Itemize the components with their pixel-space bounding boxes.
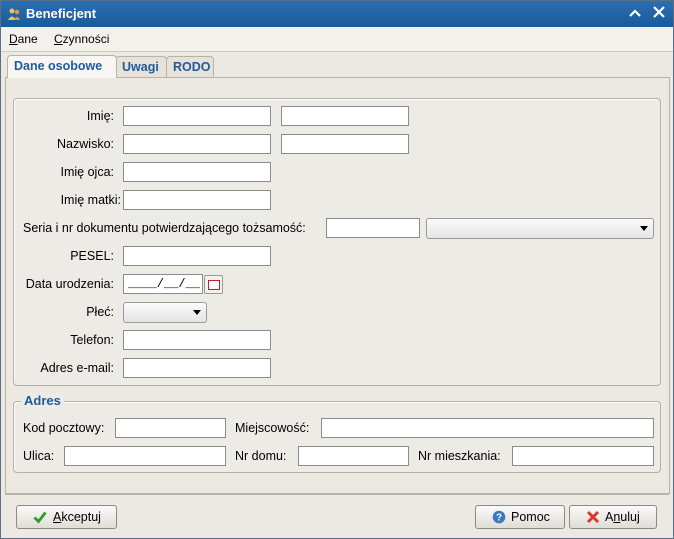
help-icon: ? (492, 510, 506, 524)
second-name-input[interactable] (281, 106, 409, 126)
accept-button[interactable]: Akceptuj (16, 505, 117, 529)
chevron-down-icon (193, 310, 201, 315)
surname2-input[interactable] (281, 134, 409, 154)
address-title: Adres (21, 393, 64, 408)
cancel-button[interactable]: Anuluj (569, 505, 657, 529)
menu-bar: Dane Czynności (1, 27, 673, 52)
surname-input[interactable] (123, 134, 271, 154)
tab-dane-osobowe[interactable]: Dane osobowe (7, 55, 117, 78)
menu-dane-label: ane (17, 32, 38, 46)
mother-name-input[interactable] (123, 190, 271, 210)
tab-uwagi[interactable]: Uwagi (115, 56, 167, 77)
accept-label: Akceptuj (53, 510, 101, 524)
document-label: Seria i nr dokumentu potwierdzającego to… (23, 221, 306, 235)
svg-text:?: ? (496, 513, 502, 524)
pesel-input[interactable] (123, 246, 271, 266)
close-icon (653, 6, 665, 18)
first-name-label: Imię: (86, 109, 114, 123)
father-name-label: Imię ojca: (60, 165, 115, 179)
calendar-icon (208, 280, 220, 290)
email-label: Adres e-mail: (40, 361, 114, 375)
chevron-up-icon (629, 9, 641, 17)
accept-rest: kceptuj (61, 510, 101, 524)
checkmark-icon (33, 511, 47, 524)
chevron-down-icon (640, 226, 648, 231)
close-button[interactable] (649, 4, 669, 24)
cancel-x-icon (586, 510, 600, 524)
menu-czynnosci-accel: C (54, 32, 63, 46)
collapse-button[interactable] (625, 4, 645, 24)
menu-czynnosci-label: zynności (62, 32, 110, 46)
address-group: Adres Kod pocztowy: Miejscowość: Ulica: … (13, 393, 661, 473)
first-name-input[interactable] (123, 106, 271, 126)
postal-code-label: Kod pocztowy: (23, 421, 105, 435)
cancel-rest: uluj (620, 510, 640, 524)
window-title: Beneficjent (26, 6, 97, 21)
footer-separator (5, 494, 669, 495)
personal-data-group: Imię: Nazwisko: Imię ojca: Imię matki: S… (13, 98, 661, 386)
apartment-number-input[interactable] (512, 446, 654, 466)
help-label: Pomoc (511, 510, 550, 524)
house-number-input[interactable] (298, 446, 409, 466)
city-label: Miejscowość: (235, 421, 310, 435)
house-number-label: Nr domu: (235, 449, 287, 463)
document-type-select[interactable] (426, 218, 654, 239)
email-input[interactable] (123, 358, 271, 378)
menu-dane-accel: D (9, 32, 18, 46)
help-button[interactable]: ? Pomoc (475, 505, 565, 529)
cancel-label: Anuluj (605, 510, 640, 524)
city-input[interactable] (321, 418, 654, 438)
street-label: Ulica: (23, 449, 55, 463)
mother-name-label: Imię matki: (60, 193, 121, 207)
postal-code-input[interactable] (115, 418, 226, 438)
street-input[interactable] (64, 446, 226, 466)
dialog-window: Beneficjent Dane Czynności Dane osobowe … (0, 0, 674, 539)
tab-rodo[interactable]: RODO (166, 56, 214, 77)
surname-label: Nazwisko: (57, 137, 114, 151)
phone-label: Telefon: (70, 333, 114, 347)
title-bar[interactable]: Beneficjent (1, 1, 673, 27)
menu-czynnosci[interactable]: Czynności (54, 32, 109, 46)
calendar-button[interactable] (204, 275, 223, 294)
apartment-number-label: Nr mieszkania: (418, 449, 501, 463)
pesel-label: PESEL: (70, 249, 114, 263)
tab-panel: Imię: Nazwisko: Imię ojca: Imię matki: S… (5, 77, 670, 494)
app-icon (8, 8, 20, 20)
gender-select[interactable] (123, 302, 207, 323)
birth-date-label: Data urodzenia: (25, 277, 114, 291)
gender-label: Płeć: (86, 305, 114, 319)
menu-dane[interactable]: Dane (9, 32, 38, 46)
father-name-input[interactable] (123, 162, 271, 182)
document-number-input[interactable] (326, 218, 420, 238)
birth-date-input[interactable]: ____/__/__ (123, 274, 203, 294)
phone-input[interactable] (123, 330, 271, 350)
